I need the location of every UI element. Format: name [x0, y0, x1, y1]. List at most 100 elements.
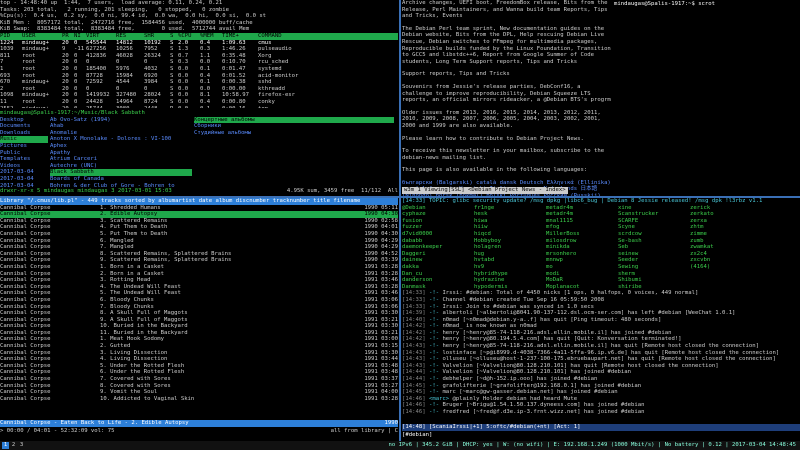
nick-row: dababb Hobbyboy milosdrow Se-bash zumb [402, 238, 800, 245]
ranger-dir-entry[interactable]: Boards of Canada [50, 176, 192, 183]
irc-input[interactable]: [#debian] [402, 432, 432, 439]
cmus-track-row[interactable]: Cannibal Corpse 8. Scattered Remains, Spl… [0, 251, 398, 258]
ranger-preview-entry[interactable]: Сборники [194, 123, 394, 130]
process-cell: 2448 [144, 106, 170, 109]
ranger-parent-entry[interactable]: Downloads [0, 130, 48, 137]
cmus-track-row[interactable]: Cannibal Corpse 2. Born in a Casket 1991 0… [0, 271, 398, 278]
cmus-track-row[interactable]: Cannibal Corpse 8. A Skull Full of Maggot… [0, 310, 398, 317]
process-row[interactable]: 1039 mindaug+ 9 -11 627256 10256 7952 S 1.3 0.3 1:… [0, 46, 398, 53]
news-paragraph: Archive changes, UEFI boot, FreedomBox r… [402, 0, 608, 20]
nick-row: d7vid0000 hiqcd MillerBoss scrdcow zimme [402, 231, 800, 238]
ranger-parent-entry[interactable]: 2017-03-04 [0, 176, 48, 183]
ranger-dir-entry[interactable]: Autechre (UNC) [50, 163, 192, 170]
workspace-button[interactable]: 1 [2, 442, 9, 449]
ranger-preview-column[interactable]: Концертные альбомы Сборники Студийные альб… [194, 116, 394, 188]
cmus-track-row[interactable]: Cannibal Corpse 7. Bloody Chunks 1991 03:0… [0, 304, 398, 311]
ranger-preview-entry[interactable]: Студийные альбомы [194, 130, 394, 137]
ranger-parent-entry[interactable]: Music [0, 136, 48, 143]
workspace-button[interactable]: 3 [18, 442, 25, 449]
cmus-track-row[interactable]: Cannibal Corpse 9. Vomit the Soul 1991 04:… [0, 389, 398, 396]
process-row[interactable]: 2 root 20 0 0 0 0 S 0.0 0.0 0:00.00 kthreadd [0, 86, 398, 93]
cmus-track-row[interactable]: Cannibal Corpse 7. Mangled 1990 04:29 [0, 244, 398, 251]
track-year-duration: 1991 03:46 [364, 290, 398, 297]
cmus-track-row[interactable]: Cannibal Corpse 3. Rotting Head 1991 03:46 [0, 277, 398, 284]
cmus-track-row[interactable]: Cannibal Corpse 7. Covered with Sores 1991… [0, 376, 398, 383]
ranger-dir-entry[interactable]: Anomalie [50, 130, 192, 137]
process-row[interactable]: 670 mindaug+ 20 0 72592 4544 3984 S 0.0 0.1 0:00.3… [0, 79, 398, 86]
cmus-track-row[interactable]: Cannibal Corpse 9. A Skull Full of Maggot… [0, 317, 398, 324]
ranger-dir-entry[interactable]: Black Sabbath [50, 169, 192, 176]
cmus-track-row[interactable]: Cannibal Corpse 4. Put Them to Death 1990 … [0, 224, 398, 231]
ranger-dir-entry[interactable]: Atrium Carceri [50, 156, 192, 163]
cmus-track-row[interactable]: Cannibal Corpse 4. The Undead Will Feast 1… [0, 284, 398, 291]
nick: shiribe [618, 283, 642, 290]
ranger-parent-entry[interactable]: Documents [0, 123, 48, 130]
irc-status: [14:48] [ScaniaIrssi|+1] 5:oftc/#debian(… [402, 424, 800, 431]
cmus-track-row[interactable]: Cannibal Corpse 11. Buried in the Backyar… [0, 330, 398, 337]
ranger-pane[interactable]: mindaugas@Spalis-1917:~/Music/Black Sabb… [0, 110, 398, 196]
cmus-track-row[interactable]: Cannibal Corpse 3. Scattered Remains 1990 … [0, 218, 398, 225]
track-artist: Cannibal Corpse [0, 250, 51, 257]
cmus-track-row[interactable]: Cannibal Corpse 2. Gutted 1991 03:15 [0, 343, 398, 350]
cmus-track-row[interactable]: Cannibal Corpse 6. Bloody Chunks 1991 03:0… [0, 297, 398, 304]
top-pane[interactable]: top - 14:48:40 up 1:44, 7 users, load av… [0, 0, 398, 108]
process-cell: 46028 [116, 52, 133, 59]
process-row[interactable]: 693 root 20 0 87728 15984 6920 S 0.0 0.4 0:01.52 ac… [0, 73, 398, 80]
process-row[interactable]: 1224 mindaug+ 20 0 545544 14812 10192 S 2.0 0.4 1:… [0, 40, 398, 47]
irc-pane[interactable]: [14:33] TOPIC: glibc security update? /m… [402, 198, 800, 441]
nick-row: Daggeri hug mrsonhero seinew zx2c4 [402, 251, 800, 258]
cmus-track-row[interactable]: Cannibal Corpse 6. Mangled 1990 04:29 [0, 238, 398, 245]
process-row[interactable]: 7 root 20 0 0 0 0 S 0.3 0.0 0:10.70 rcu_sched [0, 59, 398, 66]
cmus-track-row[interactable]: Cannibal Corpse 10. Buried in the Backyar… [0, 323, 398, 330]
cmus-track-row[interactable]: Cannibal Corpse 5. Put Them to Death 1990 … [0, 231, 398, 238]
cmus-track-row[interactable]: Cannibal Corpse 4. Living Dissection 1991 … [0, 356, 398, 363]
cmus-track-list[interactable]: Cannibal Corpse 1. Shredded Humans 1990 05… [0, 205, 398, 403]
ranger-parent-entry[interactable]: Videos [0, 163, 48, 170]
process-cell: rcu_sched [258, 59, 289, 66]
ranger-parent-entry[interactable]: Templates [0, 156, 48, 163]
cmus-track-row[interactable]: Cannibal Corpse 2. Edible Autopsy 1990 04:… [0, 211, 398, 218]
cmus-track-row[interactable]: Cannibal Corpse 1. Born in a Casket 1991 0… [0, 264, 398, 271]
process-column-header: NI [74, 32, 81, 39]
cmus-track-row[interactable]: Cannibal Corpse 1. Meat Hook Sodomy 1991 0… [0, 336, 398, 343]
ranger-dir-entry[interactable]: Ahab [50, 123, 192, 130]
ranger-current-column[interactable]: Ab Ovo-Satz (1994) Ahab Anomalie Anoton X M… [50, 117, 192, 188]
cmus-track-row[interactable]: Cannibal Corpse 8. Covered with Sores 1991… [0, 383, 398, 390]
track-artist: Cannibal Corpse [0, 356, 51, 363]
track-year-duration: 1990 04:29 [364, 244, 398, 251]
ranger-dir-entry[interactable]: Anoton X Monolake - Dolores : VI-100 [50, 136, 192, 143]
nick: seinew [618, 250, 639, 257]
cmus-track-row[interactable]: Cannibal Corpse 5. The Undead Will Feast 1… [0, 290, 398, 297]
ranger-parent-column[interactable]: Desktop Documents Downloads Music Pictures Pu… [0, 117, 48, 188]
cmus-track-row[interactable]: Cannibal Corpse 5. Under the Rotted Flesh… [0, 363, 398, 370]
cmus-track-row[interactable]: Cannibal Corpse 1. Shredded Humans 1990 05… [0, 205, 398, 212]
cmus-track-row[interactable]: Cannibal Corpse 10. Addicted to Vaginal S… [0, 396, 398, 403]
ranger-parent-entry[interactable]: Public [0, 150, 48, 157]
process-cell: 20 [62, 52, 69, 59]
ranger-parent-entry[interactable]: Pictures [0, 143, 48, 150]
ranger-parent-entry[interactable]: Desktop [0, 117, 48, 124]
nick: Seeder [618, 257, 639, 264]
cmus-pane[interactable]: Library "/.cmus/lib.pl" - 449 tracks sor… [0, 198, 398, 441]
process-row[interactable]: 2552mindaug+2002574430802448R0.00.10:00.… [0, 106, 398, 109]
track-year-duration: 1990 04:01 [364, 224, 398, 231]
browser-pane[interactable]: Archive changes, UEFI boot, FreedomBox r… [402, 0, 800, 196]
process-cell: 6920 [144, 72, 158, 79]
process-row[interactable]: 811 root 20 0 412836 46028 26324 S 0.7 1.1 0:35.48… [0, 53, 398, 60]
process-row[interactable]: 11 root 20 0 24428 14964 8724 S 0.0 0.4 0:00.80 con… [0, 99, 398, 106]
cmus-track-row[interactable]: Cannibal Corpse 9. Scattered Remains, Spl… [0, 257, 398, 264]
workspace-list[interactable]: 123 [2, 442, 26, 449]
process-row[interactable]: 1 root 20 0 185400 5976 4032 S 0.0 0.1 0:01.47 syst… [0, 66, 398, 73]
msg-text: Valvelion [~Valvelion@80.128.210.101] ha… [442, 369, 632, 376]
cmus-track-row[interactable]: Cannibal Corpse 6. Under the Rotted Flesh… [0, 369, 398, 376]
ranger-parent-entry[interactable]: 2017-03-04 [0, 169, 48, 176]
workspace-button[interactable]: 2 [10, 442, 17, 449]
ranger-dir-entry[interactable]: Apathy [50, 150, 192, 157]
ranger-dir-entry[interactable]: Ab Ovo-Satz (1994) [50, 117, 192, 124]
process-row[interactable]: 1098 mindaug+ 20 0 1419932 327480 28024 S 0.0 8.1… [0, 92, 398, 99]
shell-prompt[interactable]: mindaugas@Spalis-1917:~$ scrot [614, 1, 715, 8]
ranger-dir-entry[interactable]: Aphex [50, 143, 192, 150]
cmus-track-row[interactable]: Cannibal Corpse 3. Living Dissection 1991 … [0, 350, 398, 357]
process-cell: S [170, 39, 174, 46]
ranger-preview-entry[interactable]: Концертные альбомы [194, 116, 394, 124]
